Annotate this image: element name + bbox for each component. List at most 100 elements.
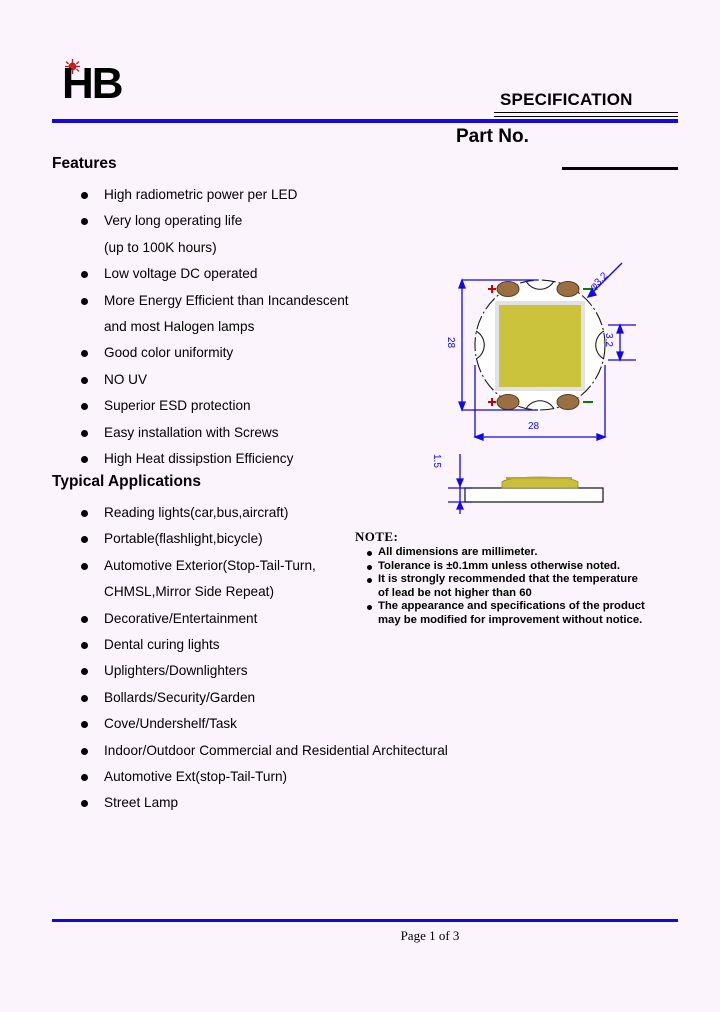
bullet-dot-icon	[81, 429, 88, 437]
application-item: Reading lights(car,bus,aircraft)	[78, 500, 498, 526]
header-divider	[52, 119, 678, 123]
feature-item: Very long operating life	[78, 208, 498, 234]
application-item-label: Reading lights(car,bus,aircraft)	[104, 505, 289, 520]
note-item-label: The appearance and specifications of the…	[378, 600, 645, 613]
feature-item: Easy installation with Screws	[78, 420, 498, 446]
note-item: All dimensions are millimeter.	[367, 546, 705, 560]
dim-width-28: 28	[528, 421, 540, 432]
note-item-sublabel: may be modified for improvement without …	[378, 613, 643, 626]
part-no-blank-line	[562, 167, 678, 170]
application-item-label: Decorative/Entertainment	[104, 610, 258, 626]
bullet-dot-icon	[81, 455, 88, 463]
phosphor-emitter-square	[499, 305, 581, 387]
emitter-top-face	[506, 477, 572, 479]
application-item-label: Bollards/Security/Garden	[104, 689, 256, 705]
feature-item: Low voltage DC operated	[78, 261, 498, 287]
dim-thickness-1-5: 1.5	[431, 454, 442, 468]
bullet-dot-icon	[81, 403, 88, 411]
feature-item-label: High radiometric power per LED	[104, 187, 298, 202]
feature-item-label: Superior ESD protection	[104, 398, 251, 414]
feature-item: Good color uniformity	[78, 340, 498, 366]
part-no-label: Part No.	[456, 126, 529, 147]
note-item-sublabel: of lead be not higher than 60	[378, 586, 532, 599]
bullet-dot-icon	[81, 510, 88, 517]
bullet-dot-icon	[81, 271, 88, 279]
dim-height-28: 28	[445, 337, 456, 349]
bullet-dot-icon	[81, 615, 88, 623]
feature-item-label: (up to 100K hours)	[104, 239, 217, 255]
bullet-dot-icon	[81, 800, 88, 808]
application-item-label: Uplighters/Downlighters	[104, 663, 248, 679]
bullet-dot-icon	[81, 297, 88, 305]
note-item: It is strongly recommended that the temp…	[367, 573, 705, 600]
application-item: Cove/Undershelf/Task	[78, 711, 498, 737]
feature-item-label: High Heat dissipstion Efficiency	[104, 450, 294, 466]
application-item-label: Automotive Ext(stop-Tail-Turn)	[104, 768, 288, 784]
top-view-svg	[458, 262, 636, 441]
features-heading: Features	[52, 155, 117, 172]
led-top-view-drawing: 28 28 3.2 φ3.2	[440, 245, 645, 450]
bullet-dot-icon	[81, 218, 88, 226]
solder-pad-top-left	[496, 281, 520, 297]
feature-item-label: Low voltage DC operated	[104, 266, 258, 282]
feature-item-label: NO UV	[104, 371, 148, 387]
bullet-dot-icon	[81, 773, 88, 781]
feature-item-label: Very long operating life	[104, 213, 243, 229]
application-item: Automotive Ext(stop-Tail-Turn)	[78, 764, 498, 790]
application-item-label: Cove/Undershelf/Task	[104, 716, 237, 732]
application-item-label: Automotive Exterior(Stop-Tail-Turn,	[104, 557, 316, 573]
note-item: The appearance and specifications of the…	[367, 600, 705, 627]
application-item: Uplighters/Downlighters	[78, 658, 498, 684]
substrate-slab	[464, 487, 604, 503]
dim-pad-3-2: 3.2	[603, 333, 614, 347]
feature-item: NO UV	[78, 367, 498, 393]
note-item-label: Tolerance is ±0.1mm unless otherwise not…	[378, 559, 621, 572]
spec-underline-bottom	[494, 116, 678, 117]
application-item-label: CHMSL,Mirror Side Repeat)	[104, 584, 274, 600]
features-list: High radiometric power per LED Very long …	[78, 182, 498, 472]
bullet-dot-icon	[367, 551, 372, 556]
feature-item: Superior ESD protection	[78, 393, 498, 419]
led-side-view-drawing: 1.5	[431, 452, 645, 524]
spec-underline-top	[494, 112, 678, 113]
application-item: Street Lamp	[78, 790, 498, 816]
solder-pad-top-right	[556, 281, 580, 297]
page-number: Page 1 of 3	[400, 928, 460, 943]
footer-divider	[52, 919, 678, 922]
application-item-label: Indoor/Outdoor Commercial and Residentia…	[104, 742, 448, 758]
bullet-dot-icon	[367, 564, 372, 570]
application-item-label: Portable(flashlight,bicycle)	[104, 531, 263, 547]
feature-item: and most Halogen lamps	[78, 314, 498, 340]
note-items: All dimensions are millimeter. Tolerance …	[355, 546, 705, 628]
note-item: Tolerance is ±0.1mm unless otherwise not…	[367, 560, 705, 574]
polarity-plus-top	[488, 285, 496, 293]
application-item-label: Street Lamp	[104, 795, 179, 811]
bullet-dot-icon	[81, 641, 88, 649]
bullet-dot-icon	[81, 747, 88, 755]
company-logo: HB	[56, 55, 146, 113]
application-item: Bollards/Security/Garden	[78, 685, 498, 711]
feature-item-label: Good color uniformity	[104, 345, 234, 361]
bullet-dot-icon	[367, 578, 372, 584]
bullet-dot-icon	[81, 562, 88, 570]
bullet-dot-icon	[81, 192, 88, 199]
bullet-dot-icon	[81, 668, 88, 676]
note-title: NOTE:	[355, 529, 399, 544]
feature-item: High radiometric power per LED	[78, 182, 498, 208]
application-item-label: Dental curing lights	[104, 636, 220, 652]
feature-item-label: Easy installation with Screws	[104, 424, 279, 440]
applications-heading: Typical Applications	[52, 473, 201, 490]
bullet-dot-icon	[81, 376, 88, 384]
bullet-dot-icon	[81, 350, 88, 358]
feature-item-label: and most Halogen lamps	[104, 318, 255, 334]
datasheet-page: HB SPECIFICATION Part No. Features High …	[0, 0, 720, 1012]
bullet-dot-icon	[367, 605, 372, 611]
application-item: Indoor/Outdoor Commercial and Residentia…	[78, 738, 498, 764]
note-item-label: All dimensions are millimeter.	[378, 546, 538, 558]
bullet-dot-icon	[81, 694, 88, 702]
solder-pad-bottom-right	[556, 394, 580, 410]
note-block: NOTE: All dimensions are millimeter. Tole…	[355, 529, 705, 628]
feature-item: More Energy Efficient than Incandescent	[78, 288, 498, 314]
side-dimension-lines	[448, 454, 472, 514]
polarity-plus-bottom	[488, 398, 496, 406]
